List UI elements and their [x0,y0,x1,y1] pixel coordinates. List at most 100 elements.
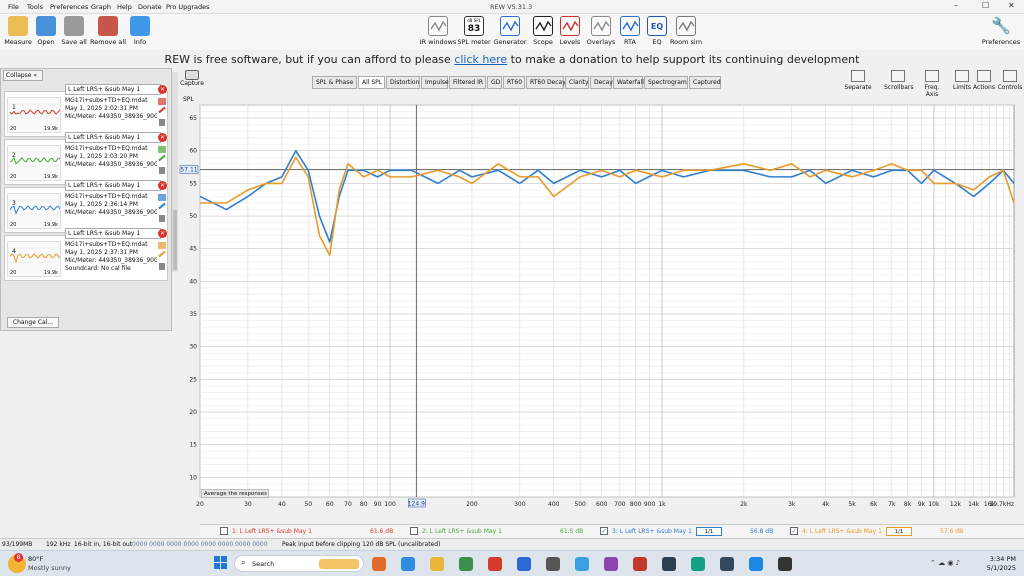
tab-gd[interactable]: GD [487,76,502,89]
x-tick-label: 5k [848,501,856,508]
x-tick-label: 700 [614,501,626,508]
menu-preferences[interactable]: Preferences [50,3,88,11]
y-tick-label: 45 [189,246,197,253]
measurement-cal-icon[interactable] [159,119,165,126]
minimize-icon[interactable]: – [954,1,958,10]
measurement-file: MG17i+subs+TD+EQ.mdat [65,145,148,152]
measurement-card[interactable]: L Left LRS+ &sub May 1 ✕ 4 20 19.9k MG17i+sub… [4,228,168,281]
measurement-info: MG17i+subs+TD+EQ.mdat May 1, 2025 2:03:20… [65,145,157,169]
legend-checkbox[interactable] [410,527,418,535]
measurement-card[interactable]: L Left LRS+ &sub May 1 ✕ 3 20 19.9k MG17i+sub… [4,180,168,233]
spl-chart[interactable]: 10 15 20 25 30 35 40 45 50 55 60 65 20 30 40 50 60 70 80 90… [178,100,1024,514]
tab-captured[interactable]: Captured [689,76,721,89]
remove-measurement-icon[interactable]: ✕ [158,181,167,190]
taskbar-app-icon[interactable] [575,557,589,571]
tab-rt60[interactable]: RT60 [503,76,525,89]
menu-donate[interactable]: Donate [138,3,162,11]
menu-file[interactable]: File [8,3,19,11]
tab-waterfall[interactable]: Waterfall [613,76,644,89]
change-cal-button[interactable]: Change Cal... [7,317,59,328]
controls-button[interactable]: Controls [996,70,1024,91]
separate-button[interactable]: Separate [844,70,872,91]
legend-smoothing[interactable]: 1/1 [696,527,722,536]
measurement-card[interactable]: L Left LRS+ &sub May 1 ✕ 1 20 19.9k MG17i+sub… [4,84,168,137]
measurement-cal-icon[interactable] [159,263,165,270]
room-sim-button[interactable]: Room sim [664,16,708,46]
taskbar-app-icon[interactable] [778,557,792,571]
taskbar-app-icon[interactable] [662,557,676,571]
taskbar-app-icon[interactable] [517,557,531,571]
taskbar-app-icon[interactable] [604,557,618,571]
capture-button[interactable]: Capture [180,70,204,87]
x-tick-label: 500 [574,501,586,508]
taskbar-app-icon[interactable] [633,557,647,571]
measurement-name[interactable]: L Left LRS+ &sub May 1 [65,180,161,191]
collapse-button[interactable]: Collapse « [3,70,43,81]
tab-distortion[interactable]: Distortion [386,76,420,89]
measurement-card[interactable]: L Left LRS+ &sub May 1 ✕ 2 20 19.9k MG17i+sub… [4,132,168,185]
taskbar-app-icon[interactable] [691,557,705,571]
legend-smoothing[interactable]: 1/1 [886,527,912,536]
measurement-curve-icon[interactable] [158,106,166,114]
maximize-icon[interactable]: ☐ [982,1,989,10]
taskbar-search[interactable]: ⌕ Search [234,555,364,572]
actions-button[interactable]: Actions [970,70,998,91]
x-tick-label: 60 [326,501,334,508]
measurement-thumbnail: 2 20 19.9k [7,145,61,181]
taskbar-app-icon[interactable] [401,557,415,571]
measurement-chart-icon[interactable] [158,98,166,105]
x-tick-label: 70 [344,501,352,508]
measurement-curve-icon[interactable] [158,154,166,162]
measurement-cal-icon[interactable] [159,167,165,174]
measurement-name[interactable]: L Left LRS+ &sub May 1 [65,132,161,143]
taskbar-app-icon[interactable] [749,557,763,571]
system-tray[interactable]: ⌃ ☁ ◉ ♪ [930,559,960,567]
remove-measurement-icon[interactable]: ✕ [158,85,167,94]
measurement-name[interactable]: L Left LRS+ &sub May 1 [65,228,161,239]
legend-checkbox[interactable]: ✓ [790,527,798,535]
tab-impulse[interactable]: Impulse [421,76,449,89]
close-icon[interactable]: ✕ [1008,1,1015,10]
freq-axis-button[interactable]: Freq. Axis [918,70,946,98]
measurement-chart-icon[interactable] [158,242,166,249]
taskbar-app-icon[interactable] [372,557,386,571]
measurement-chart-icon[interactable] [158,146,166,153]
remove-measurement-icon[interactable]: ✕ [158,133,167,142]
tab-clarity[interactable]: Clarity [565,76,589,89]
menu-tools[interactable]: Tools [27,3,43,11]
measurement-chart-icon[interactable] [158,194,166,201]
title-bar: File Tools Preferences Graph Help Donate Pro U… [0,0,1024,14]
cursor-y-readout: 57.11 [180,167,197,174]
remove-measurement-icon[interactable]: ✕ [158,229,167,238]
windows-start-icon[interactable] [214,556,227,569]
donate-link[interactable]: click here [454,53,507,66]
tab-spectrogram[interactable]: Spectrogram [644,76,688,89]
tab-all-spl[interactable]: All SPL [358,76,385,89]
taskbar-app-icon[interactable] [459,557,473,571]
x-tick-label: 600 [596,501,608,508]
measurement-curve-icon[interactable] [158,202,166,210]
legend-checkbox[interactable] [220,527,228,535]
menu-graph[interactable]: Graph [91,3,111,11]
measurement-curve-icon[interactable] [158,250,166,258]
tab-spl-phase[interactable]: SPL & Phase [312,76,357,89]
taskbar-app-icon[interactable] [430,557,444,571]
tab-decay[interactable]: Decay [590,76,613,89]
measurement-cal-icon[interactable] [159,215,165,222]
preferences-button[interactable]: 🔧 Preferences [978,16,1024,46]
window-title: REW V5.31.3 [490,3,533,11]
taskbar-app-icon[interactable] [488,557,502,571]
tab-rt60-decay[interactable]: RT60 Decay [526,76,566,89]
measurement-name[interactable]: L Left LRS+ &sub May 1 [65,84,161,95]
info-button[interactable]: Info [118,16,162,46]
legend-checkbox[interactable]: ✓ [600,527,608,535]
levels-icon [560,16,580,36]
menu-pro-upgrades[interactable]: Pro Upgrades [166,3,210,11]
scrollbars-button[interactable]: Scrollbars [884,70,914,91]
taskbar-app-icon[interactable] [546,557,560,571]
tab-filtered-ir[interactable]: Filtered IR [449,76,486,89]
taskbar-app-icon[interactable] [720,557,734,571]
y-tick-label: 50 [189,213,197,220]
average-button[interactable]: Average the responses [201,489,269,498]
menu-help[interactable]: Help [117,3,132,11]
